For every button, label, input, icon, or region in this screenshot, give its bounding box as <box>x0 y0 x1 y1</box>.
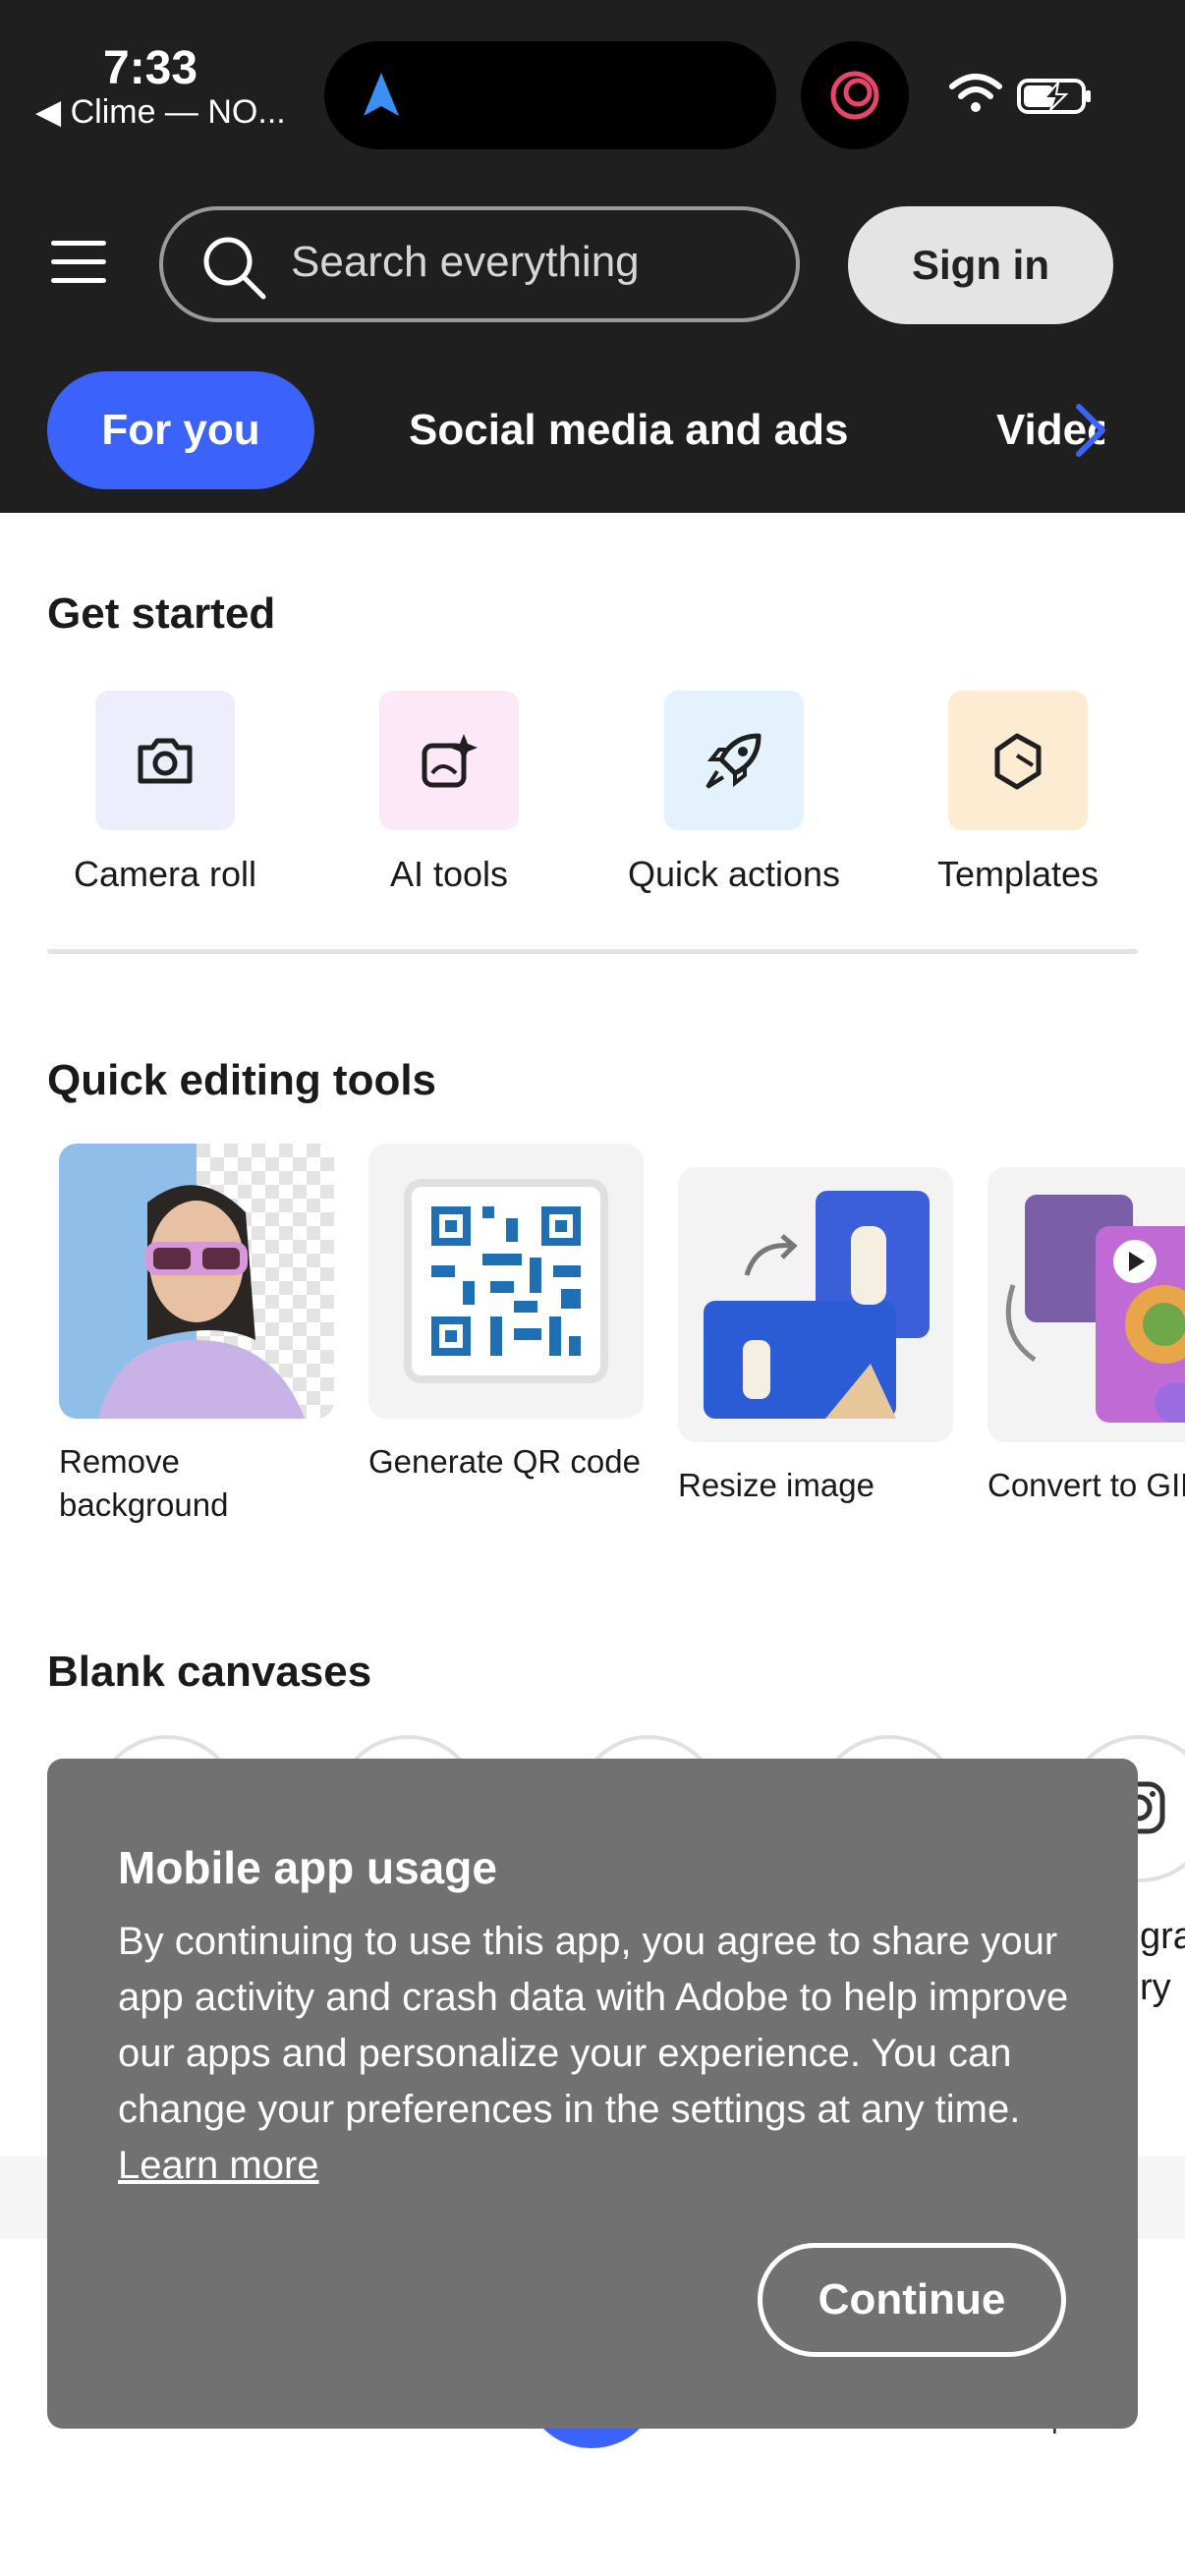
dialog-body: By continuing to use this app, you agree… <box>118 1914 1081 2194</box>
get-started-heading: Get started <box>47 589 276 638</box>
templates-label: Templates <box>936 854 1100 894</box>
resize-image-tool[interactable]: Resize image <box>678 1167 953 1507</box>
search-icon <box>203 237 266 300</box>
template-icon <box>994 733 1042 790</box>
templates-item[interactable]: Templates <box>890 691 1146 895</box>
resize-image-illustration <box>704 1191 930 1419</box>
resize-image-thumbnail <box>678 1167 953 1442</box>
convert-to-gif-tool[interactable]: Convert to GIF <box>988 1167 1185 1507</box>
camera-icon <box>138 738 193 784</box>
ai-tools-tile <box>379 691 519 830</box>
generate-qr-code-thumbnail <box>368 1144 644 1419</box>
remove-background-tool[interactable]: Remove background <box>59 1144 334 1527</box>
learn-more-link[interactable]: Learn more <box>118 2144 319 2187</box>
generate-qr-code-label: Generate QR code <box>368 1443 641 1480</box>
remove-background-label: Remove background <box>59 1443 229 1523</box>
resize-image-label: Resize image <box>678 1467 875 1503</box>
ai-tools-item[interactable]: AI tools <box>321 691 577 895</box>
convert-to-gif-label: Convert to GIF <box>988 1467 1185 1503</box>
quick-editing-tools-heading: Quick editing tools <box>47 1056 437 1104</box>
convert-to-gif-thumbnail <box>988 1167 1185 1442</box>
generate-qr-code-tool[interactable]: Generate QR code <box>368 1144 644 1484</box>
battery-charging-icon <box>1017 79 1091 114</box>
navigation-arrow-icon <box>364 73 399 116</box>
continue-button[interactable]: Continue <box>758 2243 1066 2357</box>
camera-roll-tile <box>95 691 235 830</box>
dialog-body-text: By continuing to use this app, you agree… <box>118 1920 1069 2131</box>
qr-code-icon <box>404 1179 608 1383</box>
rocket-icon <box>705 733 762 789</box>
back-to-app-link[interactable]: ◀ Clime — NO... <box>35 92 286 132</box>
sign-in-button[interactable]: Sign in <box>848 206 1113 324</box>
remove-background-thumbnail <box>59 1144 334 1419</box>
quick-actions-label: Quick actions <box>627 854 841 894</box>
mobile-app-usage-dialog: Mobile app usage By continuing to use th… <box>47 1759 1138 2429</box>
search-placeholder: Search everything <box>291 238 640 286</box>
sparkle-image-icon <box>422 734 478 788</box>
status-time: 7:33 <box>103 42 198 94</box>
camera-roll-label: Camera roll <box>73 854 257 894</box>
tab-social-media-and-ads[interactable]: Social media and ads <box>409 371 849 489</box>
spiral-app-icon <box>801 41 909 149</box>
app-header: 7:33 ◀ Clime — NO... Search everything S… <box>0 0 1185 513</box>
wifi-icon <box>949 74 1002 112</box>
canvas-label-partial: gra <box>1140 1916 1185 1957</box>
chevron-right-icon[interactable] <box>1071 403 1110 458</box>
blank-canvases-heading: Blank canvases <box>47 1648 372 1696</box>
search-input[interactable]: Search everything <box>159 206 800 322</box>
quick-actions-tile <box>664 691 804 830</box>
section-divider <box>47 949 1138 954</box>
convert-to-gif-illustration <box>1005 1195 1185 1423</box>
ai-tools-label: AI tools <box>389 854 509 894</box>
canvas-label-partial-2: ry <box>1140 1967 1171 2008</box>
templates-tile <box>948 691 1088 830</box>
dialog-title: Mobile app usage <box>118 1842 497 1893</box>
tab-for-you[interactable]: For you <box>47 371 314 489</box>
quick-actions-item[interactable]: Quick actions <box>606 691 862 895</box>
hamburger-menu-button[interactable] <box>51 241 106 286</box>
dynamic-island <box>324 41 776 149</box>
camera-roll-item[interactable]: Camera roll <box>37 691 293 895</box>
